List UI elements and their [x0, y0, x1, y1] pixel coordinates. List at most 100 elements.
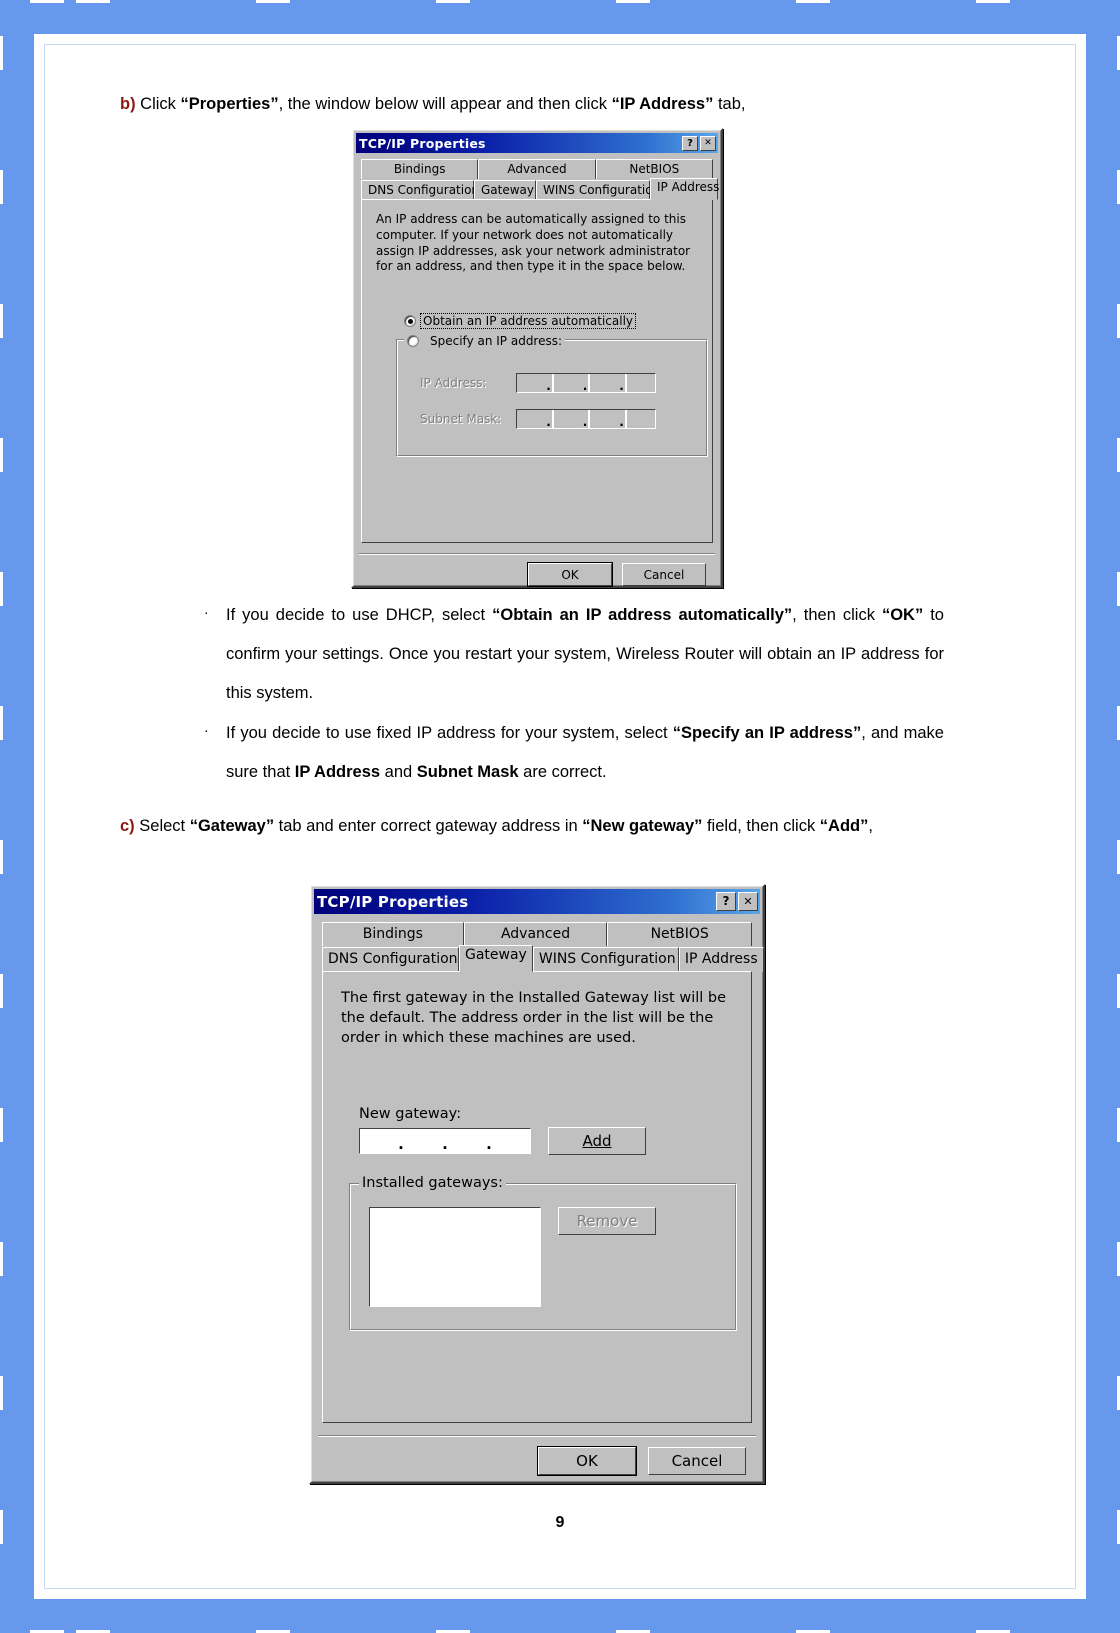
- titlebar-ip[interactable]: TCP/IP Properties ? ✕: [356, 133, 718, 153]
- subnet-octet-2[interactable]: [554, 410, 583, 428]
- titlebar-gateway[interactable]: TCP/IP Properties ? ✕: [314, 889, 760, 914]
- subnet-octet-1[interactable]: [517, 410, 546, 428]
- dialog-footer-gateway: OK Cancel: [314, 1437, 760, 1475]
- installed-gateways-groupbox-inner: Installed gateways: Remove: [350, 1176, 736, 1330]
- ip-dot-2: .: [582, 379, 588, 394]
- ip-address-input[interactable]: . . .: [516, 373, 656, 394]
- new-gateway-field-group: New gateway: . . . Add: [359, 1106, 735, 1155]
- tab-netbios[interactable]: NetBIOS: [595, 159, 713, 179]
- help-icon[interactable]: ?: [716, 892, 736, 911]
- tab-ip-address[interactable]: IP Address: [650, 178, 719, 200]
- specify-ip-legend[interactable]: Specify an IP address:: [404, 334, 566, 349]
- add-button[interactable]: Add: [548, 1127, 646, 1155]
- ip-octet-4[interactable]: [627, 374, 656, 392]
- ip-octet-1[interactable]: [517, 374, 546, 392]
- border-tick: [0, 706, 3, 740]
- radio-obtain-ip-automatically[interactable]: Obtain an IP address automatically: [404, 313, 700, 330]
- subnet-mask-label: Subnet Mask:: [420, 412, 502, 427]
- subnet-mask-input[interactable]: . . .: [516, 409, 656, 430]
- new-gateway-input[interactable]: . . .: [359, 1128, 531, 1154]
- seg-bold: IP Address: [294, 763, 381, 782]
- gw-octet-3[interactable]: [448, 1129, 486, 1153]
- cancel-button-ip[interactable]: Cancel: [622, 563, 706, 586]
- gateway-tab-description: The first gateway in the Installed Gatew…: [341, 990, 727, 1046]
- installed-gateways-listbox[interactable]: [369, 1207, 541, 1307]
- step-c-text-4: ,: [868, 817, 873, 835]
- tab-row-2-ip: DNS Configuration Gateway WINS Configura…: [361, 178, 719, 200]
- step-c-bold-3: “Add”: [819, 817, 869, 835]
- step-b-marker: b): [120, 95, 136, 113]
- border-tick: [0, 1376, 3, 1410]
- remove-button[interactable]: Remove: [558, 1207, 656, 1235]
- close-icon[interactable]: ✕: [700, 135, 716, 151]
- subnet-dot-3: .: [619, 415, 624, 430]
- subnet-octet-4[interactable]: [627, 410, 656, 428]
- tab-ip-address[interactable]: IP Address: [678, 947, 764, 972]
- tabstrip-gateway: Bindings Advanced NetBIOS DNS Configurat…: [322, 922, 764, 1423]
- dialog-title-gateway: TCP/IP Properties: [317, 892, 469, 911]
- ok-button-ip[interactable]: OK: [528, 563, 612, 586]
- tcpip-properties-dialog-gateway[interactable]: TCP/IP Properties ? ✕ Bindings Advanced …: [309, 884, 765, 1484]
- page-content: b) Click “Properties”, the window below …: [44, 44, 1076, 1589]
- dialog-title-ip: TCP/IP Properties: [359, 135, 486, 151]
- tab-advanced[interactable]: Advanced: [463, 922, 608, 946]
- tab-gateway[interactable]: Gateway: [459, 945, 533, 972]
- specify-ip-groupbox-inner: Specify an IP address: IP Address: . . .: [397, 334, 707, 457]
- tab-body-gateway: The first gateway in the Installed Gatew…: [322, 971, 752, 1423]
- page-number: 9: [555, 1514, 565, 1531]
- seg-bold: “Specify an IP address”: [672, 724, 862, 743]
- tab-gateway[interactable]: Gateway: [474, 180, 536, 200]
- dialog-footer-ip: OK Cancel: [356, 555, 718, 586]
- border-tick: [76, 0, 110, 3]
- step-b-text-1: Click: [135, 95, 181, 113]
- tab-dns-configuration[interactable]: DNS Configuration: [361, 180, 479, 200]
- seg-bold: Subnet Mask: [416, 763, 519, 782]
- border-tick: [0, 438, 3, 472]
- step-c-text-1: Select: [134, 817, 190, 835]
- seg: and: [380, 763, 417, 782]
- tab-bindings[interactable]: Bindings: [322, 922, 464, 946]
- tab-row-1-gateway: Bindings Advanced NetBIOS: [322, 922, 752, 946]
- tab-bindings[interactable]: Bindings: [361, 159, 479, 179]
- tab-wins-configuration[interactable]: WINS Configuration: [536, 180, 660, 200]
- dialog-bevel-gateway: TCP/IP Properties ? ✕ Bindings Advanced …: [311, 886, 764, 1482]
- ip-dot-3: .: [619, 379, 624, 394]
- cancel-button-gateway[interactable]: Cancel: [648, 1447, 746, 1475]
- seg: , then click: [792, 606, 882, 624]
- border-tick: [0, 304, 3, 338]
- tab-netbios[interactable]: NetBIOS: [607, 922, 752, 946]
- gw-octet-2[interactable]: [404, 1129, 442, 1153]
- border-tick: [0, 1108, 3, 1142]
- tab-advanced[interactable]: Advanced: [478, 159, 596, 179]
- subnet-octet-3[interactable]: [590, 410, 619, 428]
- border-tick: [30, 0, 64, 3]
- gw-octet-1[interactable]: [360, 1129, 398, 1153]
- subnet-dot-2: .: [582, 415, 588, 430]
- list-item: · If you decide to use fixed IP address …: [204, 714, 944, 792]
- border-tick: [616, 0, 650, 3]
- border-tick: [0, 36, 3, 70]
- radio-button-icon-specify[interactable]: [407, 335, 419, 348]
- tab-row-1-ip: Bindings Advanced NetBIOS: [361, 159, 713, 179]
- border-tick: [0, 1242, 3, 1276]
- border-tick: [436, 0, 470, 3]
- help-icon[interactable]: ?: [682, 135, 698, 151]
- radio-button-icon-auto[interactable]: [404, 315, 416, 328]
- bullet-text-dhcp: If you decide to use DHCP, select “Obtai…: [226, 596, 944, 712]
- step-c-marker: c): [120, 817, 135, 835]
- seg: are correct.: [518, 763, 607, 782]
- radio-label-obtain-auto: Obtain an IP address automatically: [420, 313, 637, 330]
- bullet-list: · If you decide to use DHCP, select “Obt…: [204, 596, 944, 794]
- ok-button-gateway[interactable]: OK: [538, 1447, 636, 1475]
- tab-dns-configuration[interactable]: DNS Configuration: [322, 947, 459, 972]
- step-b-paragraph: b) Click “Properties”, the window below …: [120, 92, 1000, 118]
- ip-address-label: IP Address:: [420, 376, 487, 391]
- gw-octet-4[interactable]: [492, 1129, 530, 1153]
- border-tick: [0, 974, 3, 1008]
- close-icon[interactable]: ✕: [738, 892, 758, 911]
- ip-octet-3[interactable]: [590, 374, 619, 392]
- ip-octet-2[interactable]: [554, 374, 583, 392]
- tab-wins-configuration[interactable]: WINS Configuration: [532, 947, 679, 972]
- step-b-bold-1: “Properties”: [180, 95, 279, 113]
- tcpip-properties-dialog-ip[interactable]: TCP/IP Properties ? ✕ Bindings Advanced …: [351, 128, 723, 588]
